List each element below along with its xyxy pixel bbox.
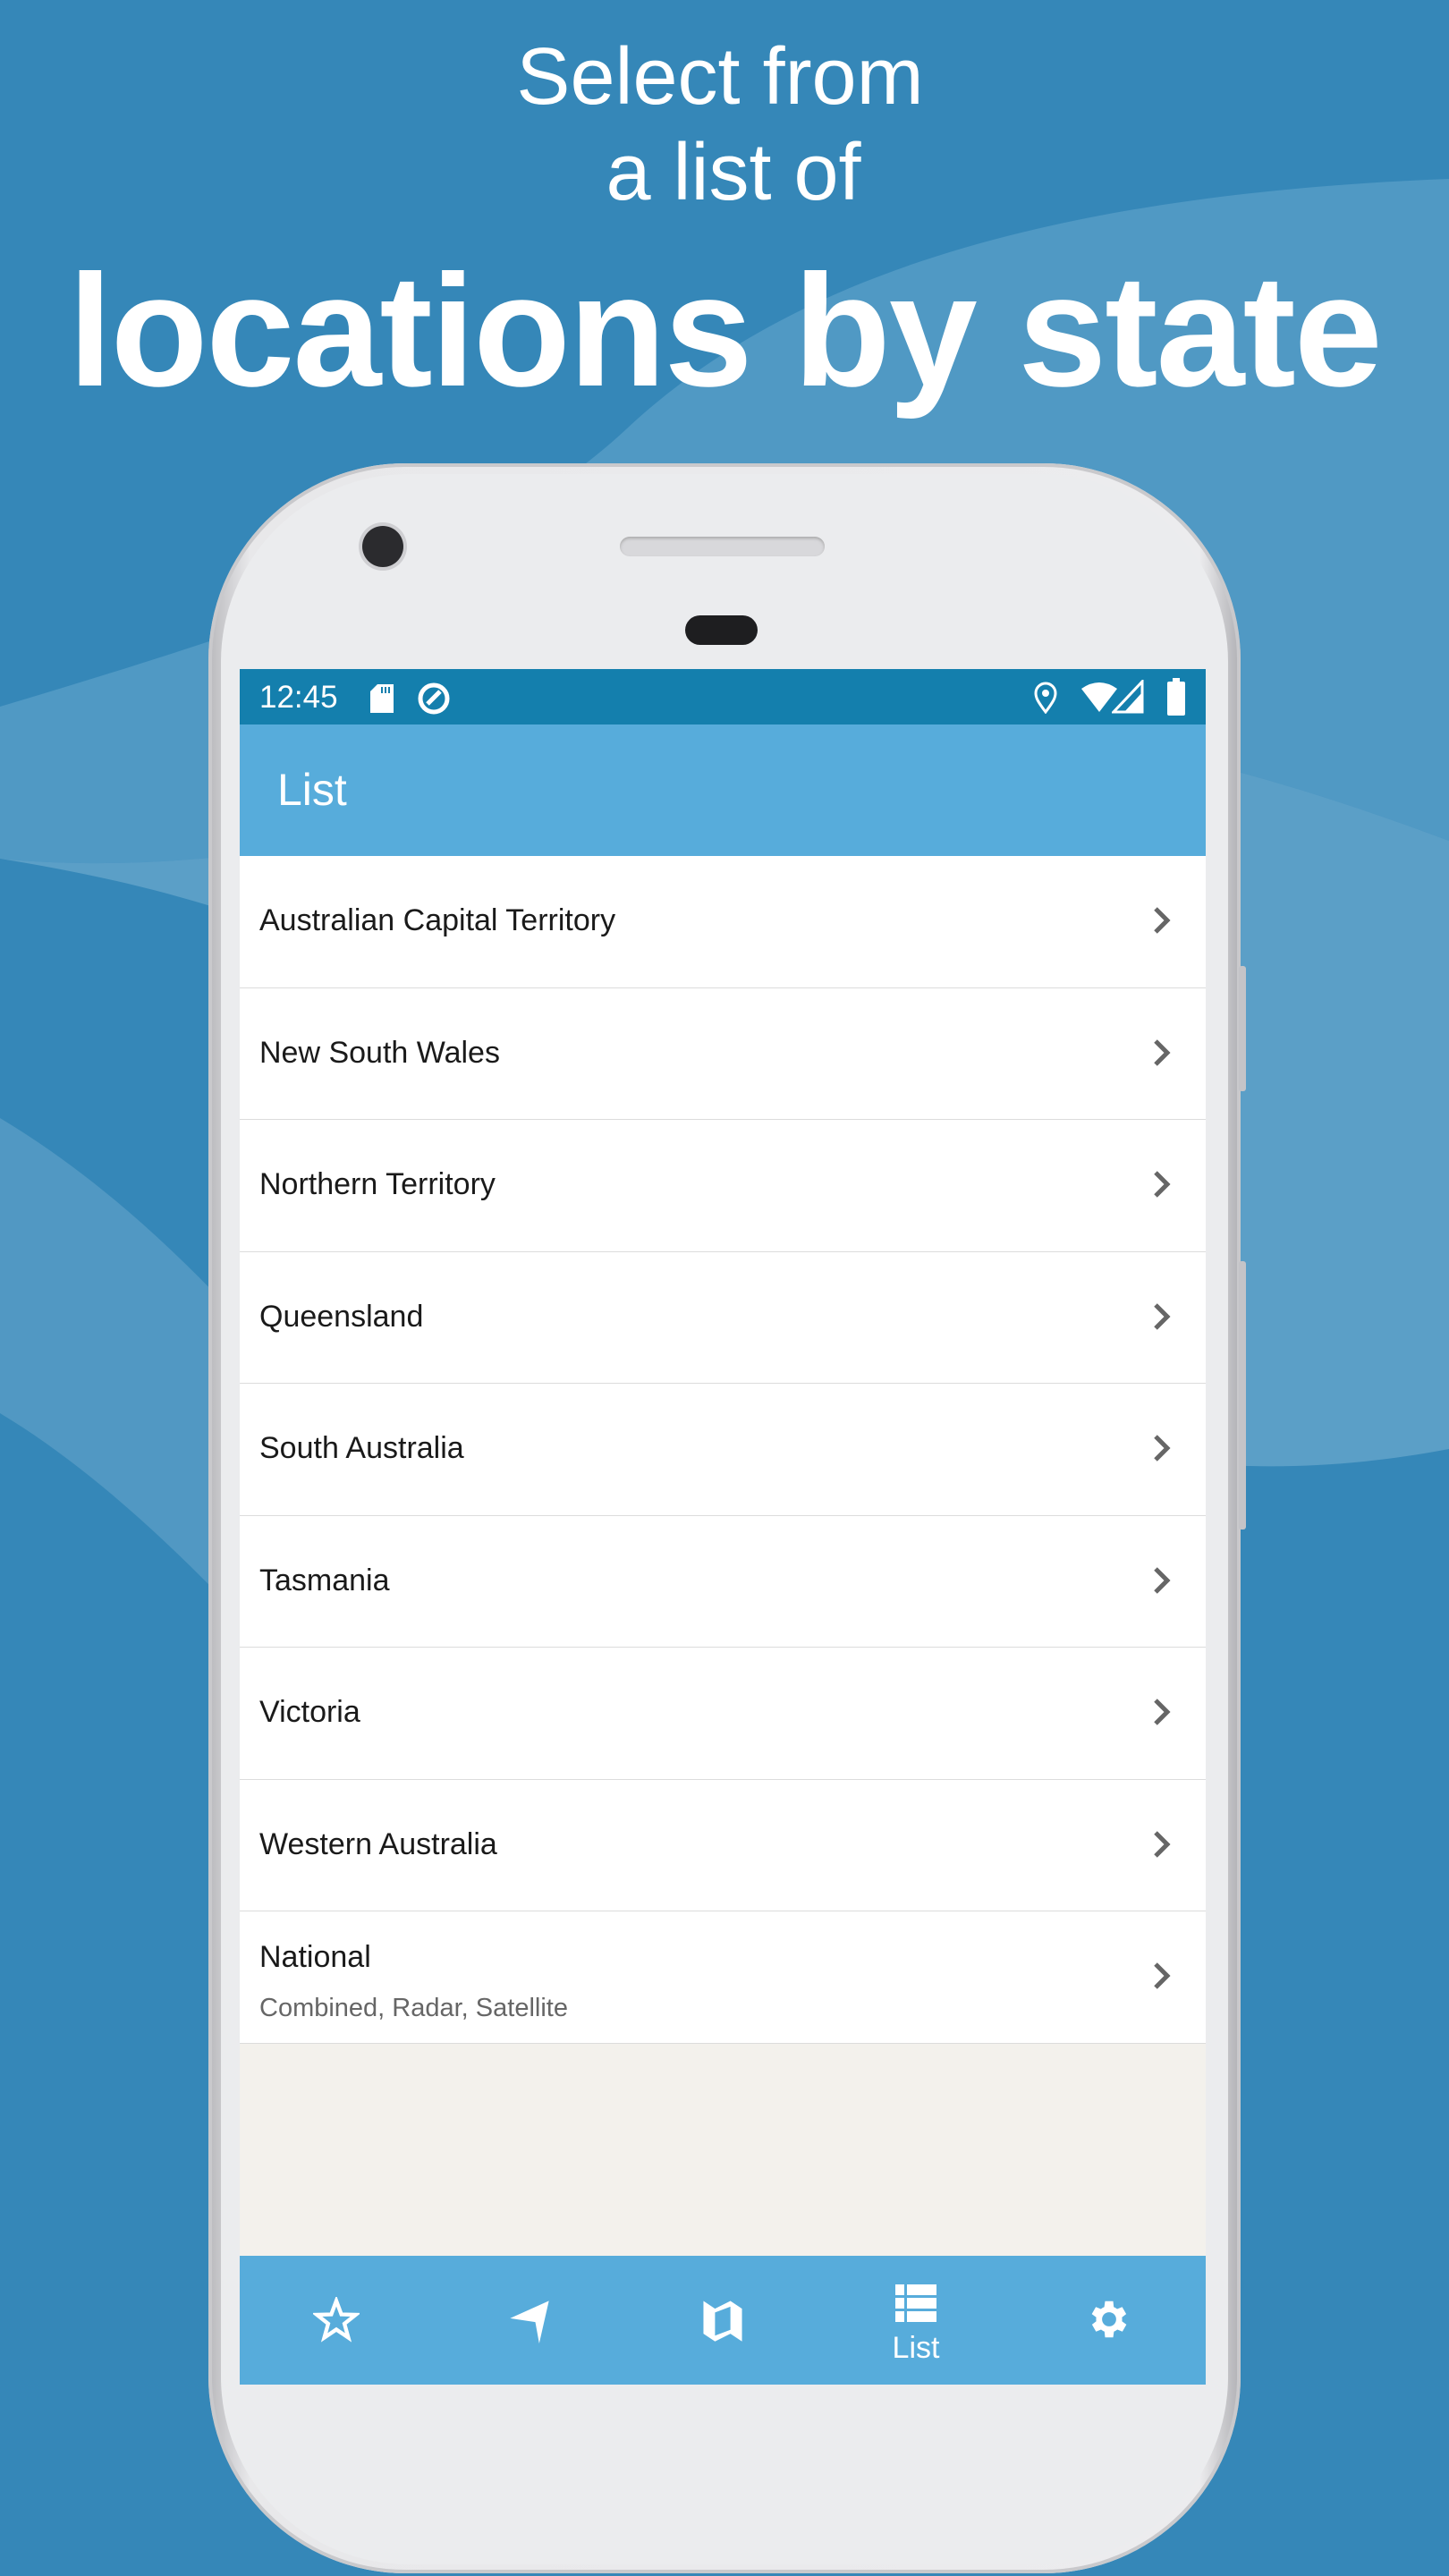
gear-icon: [1091, 2301, 1127, 2338]
state-list: Australian Capital Territory New South W…: [240, 856, 1206, 2044]
list-item-sa[interactable]: South Australia: [240, 1384, 1206, 1516]
list-item-label: South Australia: [259, 1431, 464, 1465]
list-item-label: Australian Capital Territory: [259, 903, 616, 937]
data-saver-icon: [418, 682, 450, 715]
location-icon: [1034, 682, 1057, 714]
list-item-qld[interactable]: Queensland: [240, 1251, 1206, 1384]
navigation-icon: [510, 2301, 549, 2343]
list-item-label: Victoria: [259, 1695, 360, 1729]
list-icon: [895, 2284, 936, 2322]
volume-button: [1239, 1261, 1246, 1530]
chevron-right-icon: [1154, 1302, 1171, 1330]
list-item-label: National: [259, 1940, 371, 1974]
list-item-nt[interactable]: Northern Territory: [240, 1120, 1206, 1252]
star-icon: [313, 2297, 360, 2343]
list-item-nsw[interactable]: New South Wales: [240, 987, 1206, 1120]
chevron-right-icon: [1154, 907, 1171, 934]
chevron-right-icon: [1154, 1699, 1171, 1725]
app-bar: List: [240, 724, 1206, 856]
earpiece-speaker: [620, 537, 825, 556]
list-item-vic[interactable]: Victoria: [240, 1648, 1206, 1780]
list-item-label: Queensland: [259, 1299, 424, 1334]
nav-list[interactable]: List: [819, 2256, 1013, 2385]
list-item-label: Tasmania: [259, 1563, 390, 1597]
app-screen: 12:45 List Australian Capital Territory …: [240, 669, 1206, 2385]
list-item-act[interactable]: Australian Capital Territory: [240, 856, 1206, 988]
list-item-sublabel: Combined, Radar, Satellite: [259, 1994, 568, 2022]
nav-settings[interactable]: [1013, 2256, 1206, 2385]
battery-icon: [1167, 678, 1185, 716]
chevron-right-icon: [1154, 1435, 1171, 1462]
status-bar: 12:45: [240, 669, 1206, 724]
list-item-label: Northern Territory: [259, 1167, 496, 1201]
chevron-right-icon: [1154, 1566, 1171, 1594]
nav-map[interactable]: [626, 2256, 819, 2385]
nav-nearby[interactable]: [433, 2256, 626, 2385]
promo-headline: locations by state: [68, 242, 1383, 419]
list-item-tas[interactable]: Tasmania: [240, 1515, 1206, 1648]
promo-line-1: Select from: [516, 32, 924, 122]
front-camera: [362, 526, 403, 567]
nav-list-label: List: [892, 2331, 940, 2365]
list-item-national[interactable]: National Combined, Radar, Satellite: [240, 1911, 1206, 2044]
power-button: [1239, 966, 1246, 1091]
chevron-right-icon: [1154, 1038, 1171, 1066]
signal-icon: [1112, 680, 1144, 714]
chevron-right-icon: [1154, 1171, 1171, 1198]
list-item-wa[interactable]: Western Australia: [240, 1779, 1206, 1911]
list-item-label: Western Australia: [259, 1826, 497, 1861]
nav-favourites[interactable]: [240, 2256, 433, 2385]
chevron-right-icon: [1154, 1962, 1171, 1989]
proximity-sensor: [685, 615, 758, 645]
promo-line-2: a list of: [606, 128, 861, 217]
status-time: 12:45: [259, 680, 338, 715]
map-icon: [703, 2301, 742, 2342]
list-item-label: New South Wales: [259, 1035, 500, 1070]
page-title: List: [277, 765, 347, 815]
chevron-right-icon: [1154, 1830, 1171, 1858]
bottom-nav: List: [240, 2256, 1206, 2385]
sd-card-icon: [370, 684, 394, 713]
